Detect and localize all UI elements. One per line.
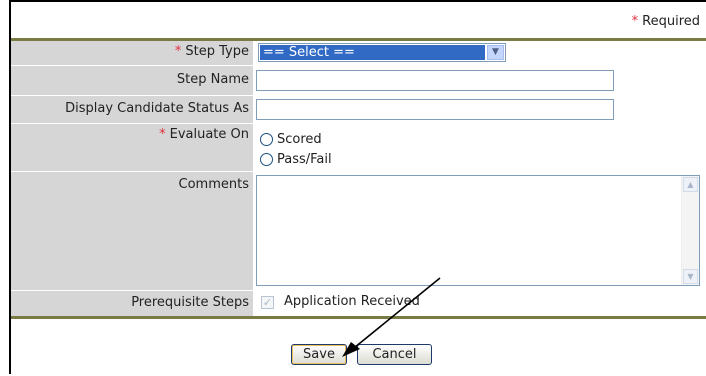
display-status-label: Display Candidate Status As	[11, 96, 253, 123]
save-button[interactable]: Save	[291, 344, 347, 365]
comments-field: ▲ ▼	[256, 172, 706, 290]
evaluate-on-label: * Evaluate On	[11, 124, 253, 171]
step-name-label: Step Name	[11, 66, 253, 95]
scroll-down-icon[interactable]: ▼	[683, 269, 698, 284]
required-star: *	[174, 44, 182, 59]
row-evaluate-on: * Evaluate On Scored Pass/Fail	[11, 124, 706, 171]
required-star: *	[159, 127, 166, 142]
prerequisite-item-label: Application Received	[284, 294, 420, 309]
evaluate-on-label-text: Evaluate On	[169, 127, 249, 142]
comments-textarea[interactable]: ▲ ▼	[256, 175, 700, 286]
scroll-up-icon[interactable]: ▲	[683, 177, 698, 192]
checkmark-icon[interactable]: ✓	[261, 296, 274, 309]
chevron-down-icon[interactable]: ▼	[487, 45, 504, 60]
required-star: *	[631, 14, 639, 29]
step-type-select[interactable]: == Select == ▼	[258, 43, 506, 62]
form-panel: * Required * Step Type == Select == ▼ Step…	[9, 0, 706, 374]
row-prerequisite: Prerequisite Steps ✓ Application Receive…	[11, 291, 706, 316]
radio-scored[interactable]: Scored	[260, 132, 322, 147]
cancel-button[interactable]: Cancel	[357, 344, 432, 365]
radio-circle-icon[interactable]	[260, 133, 273, 146]
row-display-status: Display Candidate Status As	[11, 96, 706, 123]
step-type-selected-value: == Select ==	[260, 45, 485, 60]
step-type-label: * Step Type	[11, 41, 253, 65]
radio-circle-icon[interactable]	[260, 153, 273, 166]
step-name-field	[256, 66, 706, 95]
row-step-type: * Step Type == Select == ▼	[11, 41, 706, 65]
comments-label: Comments	[11, 172, 253, 290]
evaluate-on-field: Scored Pass/Fail	[256, 124, 706, 171]
prerequisite-field: ✓ Application Received	[256, 291, 706, 316]
radio-pass-fail-label: Pass/Fail	[277, 152, 332, 167]
required-text: Required	[642, 14, 700, 29]
row-step-name: Step Name	[11, 66, 706, 95]
required-note: * Required	[632, 14, 700, 29]
row-comments: Comments ▲ ▼	[11, 172, 706, 290]
step-name-input[interactable]	[256, 70, 614, 91]
prerequisite-label: Prerequisite Steps	[11, 291, 253, 316]
step-type-field: == Select == ▼	[256, 41, 706, 65]
radio-scored-label: Scored	[277, 132, 322, 147]
display-status-input[interactable]	[256, 99, 614, 120]
bottom-rule	[11, 316, 706, 319]
radio-pass-fail[interactable]: Pass/Fail	[260, 152, 332, 167]
step-type-label-text: Step Type	[185, 44, 249, 59]
display-status-field	[256, 96, 706, 123]
